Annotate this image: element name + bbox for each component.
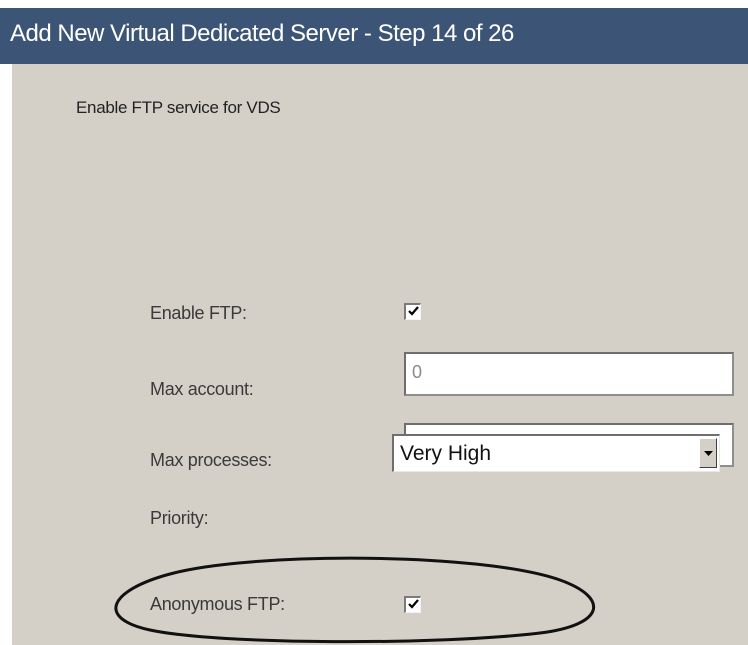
check-icon [408,599,419,609]
priority-dropdown-button[interactable] [699,438,717,468]
page-subtitle: Enable FTP service for VDS [76,98,281,117]
form-panel: Enable FTP service for VDS Enable FTP: M… [12,64,748,645]
chevron-down-icon [704,451,713,456]
max-account-label: Max account: [150,379,254,399]
max-processes-label: Max processes: [150,450,272,470]
enable-ftp-checkbox[interactable] [404,303,421,320]
priority-select[interactable]: Very High [392,434,720,472]
wizard-title: Add New Virtual Dedicated Server - Step … [10,20,514,47]
max-account-input[interactable]: 0 [404,352,734,396]
priority-selected-value: Very High [400,442,492,465]
priority-label: Priority: [150,508,209,528]
anonymous-ftp-label: Anonymous FTP: [150,594,285,614]
check-icon [408,306,419,316]
enable-ftp-label: Enable FTP: [150,303,247,323]
wizard-title-bar: Add New Virtual Dedicated Server - Step … [0,8,748,64]
anonymous-ftp-checkbox[interactable] [404,596,421,613]
